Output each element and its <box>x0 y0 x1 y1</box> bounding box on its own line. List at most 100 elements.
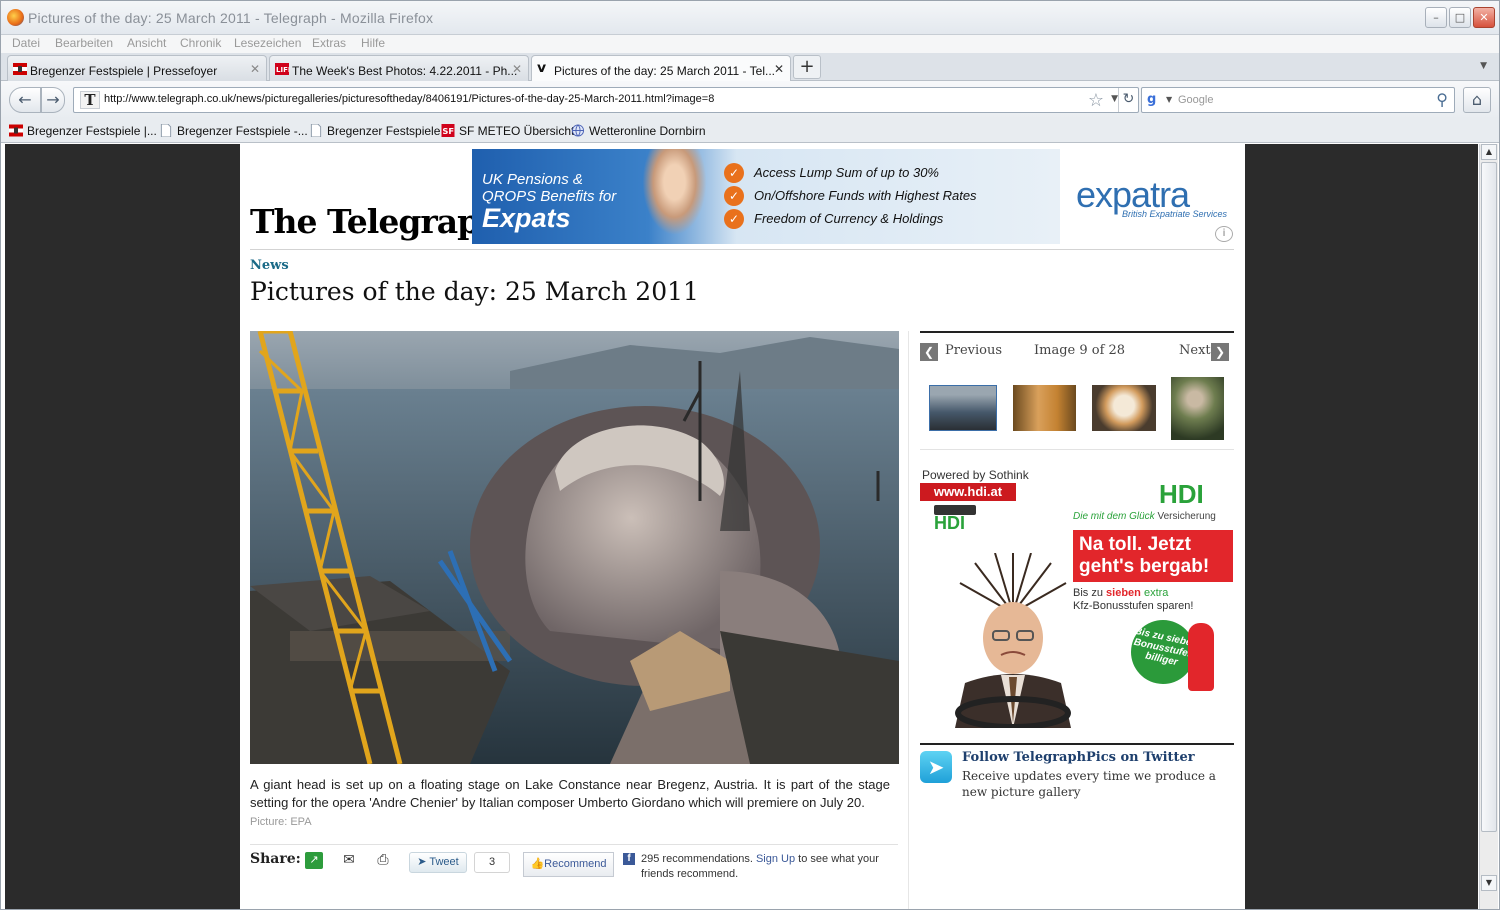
navigation-toolbar: ← → T http://www.telegraph.co.uk/news/pi… <box>1 81 1499 119</box>
thumbnail-item[interactable] <box>1171 377 1224 440</box>
flag-icon <box>13 63 27 75</box>
expat-banner-ad[interactable]: UK Pensions & QROPS Benefits for Expats ✓… <box>472 149 1060 244</box>
bookmark-label: Bregenzer Festspiele -... <box>177 124 308 138</box>
thumbnail-item[interactable] <box>1092 385 1156 431</box>
recommend-button[interactable]: 👍Recommend <box>523 852 614 877</box>
bookmarks-toolbar: Bregenzer Festspiele |... Bregenzer Fest… <box>1 119 1499 143</box>
page-icon <box>310 124 322 137</box>
thumbnail-item[interactable] <box>929 385 997 431</box>
scroll-down-icon[interactable]: ▼ <box>1481 875 1497 891</box>
tweet-button[interactable]: ➤ Tweet <box>409 852 467 873</box>
maximize-button[interactable]: □ <box>1449 7 1471 28</box>
search-input[interactable]: Google <box>1178 94 1213 106</box>
life-icon: LIFE <box>275 63 289 75</box>
tab-pictures-of-the-day[interactable]: 𝘃 Pictures of the day: 25 March 2011 - T… <box>531 55 791 82</box>
search-engine-dropdown-icon[interactable]: ▼ <box>1166 95 1172 104</box>
telegraph-icon: 𝘃 <box>537 60 547 76</box>
fb-count-text: 295 recommendations. <box>641 853 753 865</box>
close-window-button[interactable]: ✕ <box>1473 7 1495 28</box>
history-dropdown-icon[interactable]: ▼ <box>1111 94 1118 104</box>
search-icon[interactable]: ⚲ <box>1436 90 1448 109</box>
svg-text:LIFE: LIFE <box>276 66 289 74</box>
red-mascot-figure <box>1188 623 1214 691</box>
share-icon[interactable]: ↗ <box>305 852 323 869</box>
bookmark-item[interactable]: Wetteronline Dornbirn <box>571 124 706 138</box>
photo-credit: Picture: EPA <box>250 816 312 828</box>
fb-signup-link[interactable]: Sign Up <box>756 853 795 865</box>
facebook-recommend-text: f 295 recommendations. Sign Up to see wh… <box>623 852 893 882</box>
forward-button[interactable]: → <box>41 87 65 113</box>
ad-expats: Expats <box>482 203 571 233</box>
bookmark-item[interactable]: SF SF METEO Übersicht <box>441 124 574 138</box>
photo-lake-giant-head <box>250 331 899 764</box>
tab-bregenzer-pressefoyer[interactable]: Bregenzer Festspiele | Pressefoyer ✕ <box>7 55 267 81</box>
photo-caption: A giant head is set up on a floating sta… <box>250 777 890 810</box>
divider <box>920 449 1234 450</box>
scrollbar-thumb[interactable] <box>1481 162 1497 832</box>
tab-weeks-best-photos[interactable]: LIFE The Week's Best Photos: 4.22.2011 -… <box>269 55 529 81</box>
reload-icon[interactable]: ↻ <box>1118 88 1138 112</box>
expatra-subtitle: British Expatriate Services <box>1122 209 1228 219</box>
hdi-url[interactable]: www.hdi.at <box>920 483 1016 501</box>
close-tab-icon[interactable]: ✕ <box>250 62 260 76</box>
menu-extras[interactable]: Extras <box>312 36 346 50</box>
close-tab-icon[interactable]: ✕ <box>774 62 784 76</box>
chevron-right-icon[interactable]: ❯ <box>1211 343 1229 361</box>
globe-icon <box>571 124 585 137</box>
section-link-news[interactable]: News <box>250 258 289 273</box>
home-button[interactable]: ⌂ <box>1463 87 1491 113</box>
twitter-icon[interactable]: ➤ <box>920 751 952 783</box>
menu-datei[interactable]: Datei <box>12 36 40 50</box>
hdi-ad[interactable]: www.hdi.at HDI HDI Die mit dem Glück Ver… <box>920 483 1234 728</box>
next-link[interactable]: Next <box>1179 343 1211 358</box>
bookmark-item[interactable]: Bregenzer Festspiele |... <box>9 124 157 138</box>
print-icon[interactable]: ⎙ <box>374 852 392 869</box>
chevron-left-icon[interactable]: ❮ <box>920 343 938 361</box>
ad-headline: UK Pensions & QROPS Benefits for <box>482 171 617 205</box>
facebook-icon: f <box>623 853 635 865</box>
tweet-count: 3 <box>474 852 510 873</box>
firefox-icon <box>7 9 24 26</box>
page-title: Pictures of the day: 25 March 2011 <box>250 277 699 306</box>
email-icon[interactable]: ✉ <box>340 852 358 869</box>
close-tab-icon[interactable]: ✕ <box>512 62 522 76</box>
thumbnail-item[interactable] <box>1013 385 1076 431</box>
bookmark-item[interactable]: Bregenzer Festspiele <box>309 124 440 138</box>
address-bar[interactable]: T http://www.telegraph.co.uk/news/pictur… <box>73 87 1139 113</box>
ad-bullets: ✓ Access Lump Sum of up to 30% ✓ On/Offsho… <box>724 163 977 232</box>
sf-icon: SF <box>441 124 455 137</box>
minimize-button[interactable]: – <box>1425 7 1447 28</box>
hdi-logo: HDI <box>1159 483 1204 509</box>
vertical-scrollbar[interactable]: ▲ ▼ <box>1479 144 1498 909</box>
tab-label: The Week's Best Photos: 4.22.2011 - Ph..… <box>292 64 518 78</box>
menu-hilfe[interactable]: Hilfe <box>361 36 385 50</box>
bookmark-label: Bregenzer Festspiele |... <box>27 124 157 138</box>
gallery-photo[interactable] <box>250 331 899 764</box>
google-icon[interactable]: g <box>1147 92 1163 108</box>
bookmark-star-icon[interactable]: ☆ <box>1088 90 1104 111</box>
divider <box>920 331 1234 333</box>
image-counter: Image 9 of 28 <box>1034 343 1126 358</box>
menu-ansicht[interactable]: Ansicht <box>127 36 166 50</box>
hdi-headline: Na toll. Jetzt geht's bergab! <box>1073 530 1233 582</box>
ad-bullet: ✓ On/Offshore Funds with Highest Rates <box>724 186 977 209</box>
bookmark-item[interactable]: Bregenzer Festspiele -... <box>159 124 308 138</box>
ad-bullet: ✓ Freedom of Currency & Holdings <box>724 209 977 232</box>
menu-chronik[interactable]: Chronik <box>180 36 221 50</box>
scroll-up-icon[interactable]: ▲ <box>1481 144 1497 160</box>
menu-lesezeichen[interactable]: Lesezeichen <box>234 36 301 50</box>
divider <box>250 249 1234 250</box>
tab-strip: Bregenzer Festspiele | Pressefoyer ✕ LIF… <box>1 53 1499 82</box>
site-identity-icon[interactable]: T <box>80 91 100 109</box>
tab-list-icon[interactable]: ▼ <box>1480 61 1487 71</box>
search-bar[interactable]: g ▼ Google ⚲ <box>1141 87 1455 113</box>
url-text[interactable]: http://www.telegraph.co.uk/news/pictureg… <box>104 93 714 105</box>
twitter-follow-title[interactable]: Follow TelegraphPics on Twitter <box>962 750 1195 765</box>
divider <box>920 743 1234 745</box>
ad-info-icon[interactable]: i <box>1215 226 1233 242</box>
back-button[interactable]: ← <box>9 87 41 113</box>
telegraph-logo[interactable]: The Telegraph <box>250 202 503 241</box>
previous-link[interactable]: Previous <box>945 343 1002 358</box>
new-tab-button[interactable]: + <box>793 55 821 79</box>
menu-bearbeiten[interactable]: Bearbeiten <box>55 36 113 50</box>
